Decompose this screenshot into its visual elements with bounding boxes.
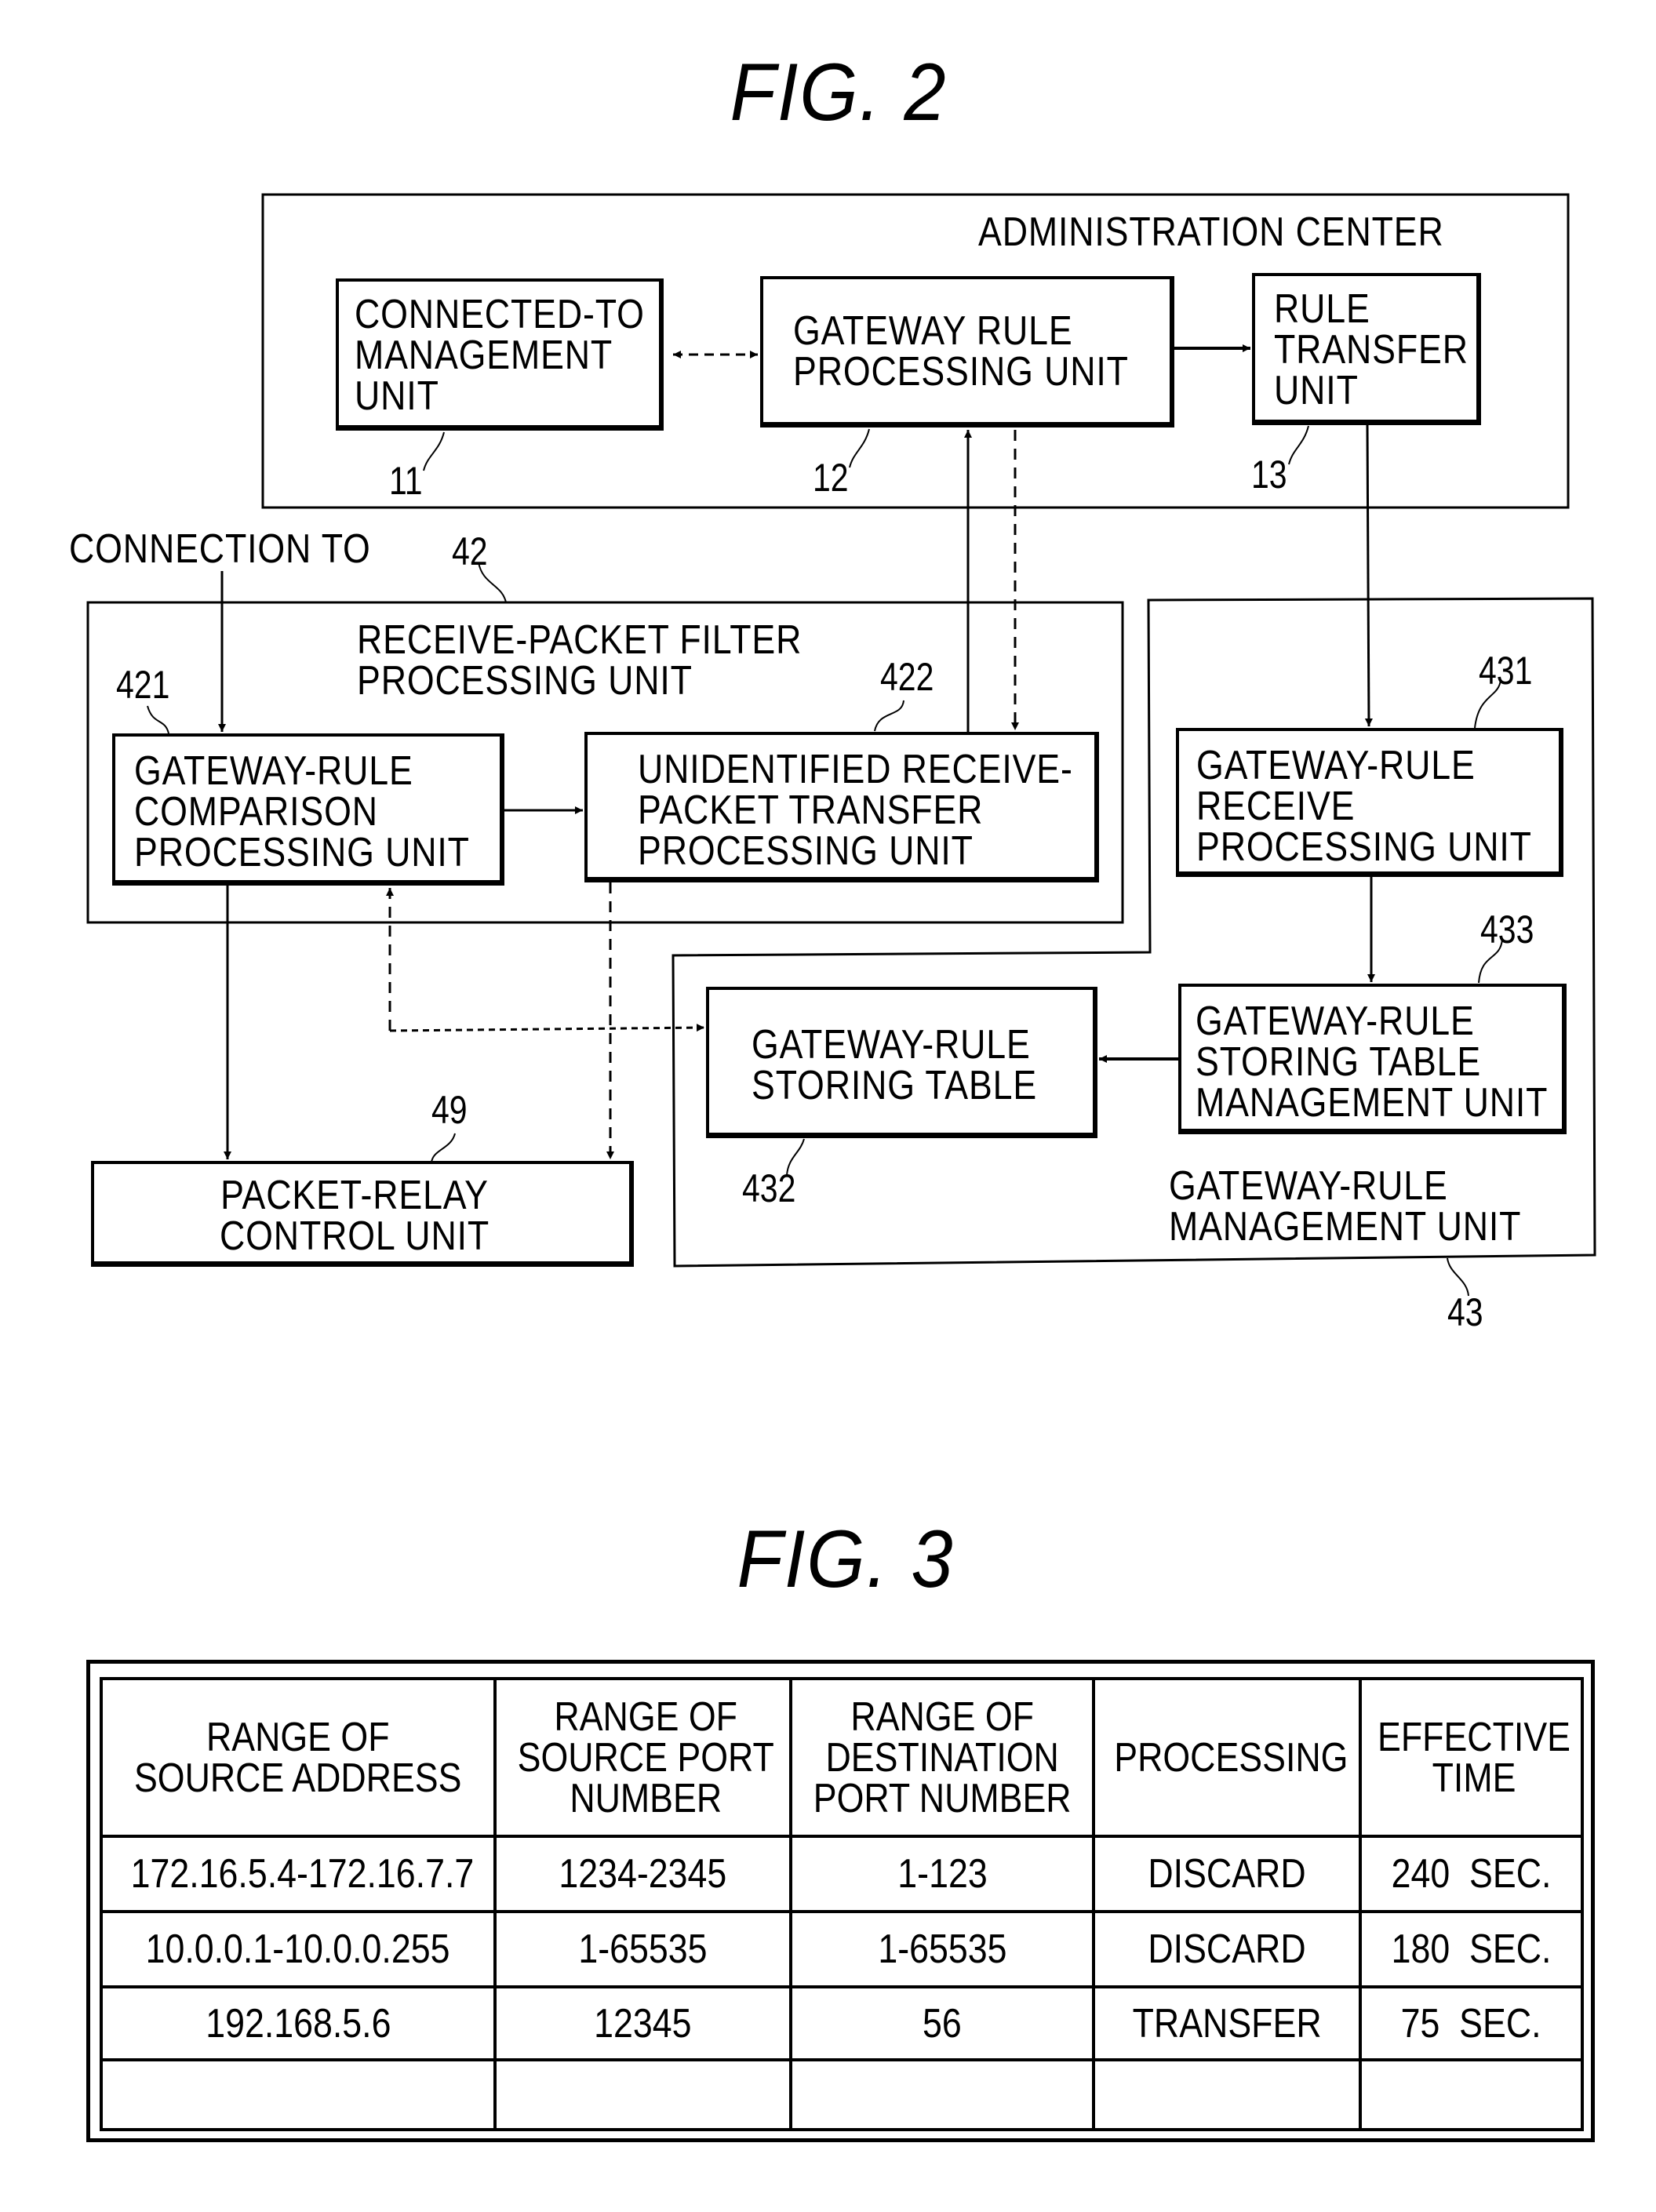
unidentified-receive-packet-transfer-processing-unit: UNIDENTIFIED RECEIVE- PACKET TRANSFER PR… [584,732,1099,882]
ref-13: 13 [1251,453,1287,497]
leader-12 [849,428,870,468]
cell-destination-port: 1-123 [789,1835,1095,1913]
gateway-rules-table: RANGE OF SOURCE ADDRESS RANGE OF SOURCE … [100,1677,1584,2131]
gateway-rule-storing-table: GATEWAY-RULE STORING TABLE [706,987,1097,1138]
unit-label: GATEWAY-RULE STORING TABLE MANAGEMENT UN… [1196,999,1549,1126]
table-header-row: RANGE OF SOURCE ADDRESS RANGE OF SOURCE … [100,1677,1584,1838]
gateway-rule-management-label: GATEWAY-RULE MANAGEMENT UNIT [1169,1163,1522,1250]
administration-center-label: ADMINISTRATION CENTER [978,209,1444,255]
leader-421 [147,705,169,734]
ref-422: 422 [880,655,934,699]
ref-431: 431 [1479,649,1533,693]
cell-processing: DISCARD [1092,1910,1362,1988]
table-row-empty [100,2058,1584,2131]
gateway-rule-receive-processing-unit: GATEWAY-RULE RECEIVE PROCESSING UNIT [1176,728,1563,877]
arrow-13-431 [1364,424,1373,727]
table-row: 172.16.5.4-172.16.7.7 1234-2345 1-123 DI… [100,1835,1584,1913]
ref-49: 49 [431,1088,468,1132]
gateway-rule-comparison-processing-unit: GATEWAY-RULE COMPARISON PROCESSING UNIT [112,733,504,886]
ref-42: 42 [452,529,488,573]
gateway-rule-processing-unit: GATEWAY RULE PROCESSING UNIT [760,276,1174,427]
unit-label: UNIDENTIFIED RECEIVE- PACKET TRANSFER PR… [638,747,1073,874]
cell-source-address: 10.0.0.1-10.0.0.255 [100,1910,497,1988]
cell-destination-port: 56 [789,1985,1095,2061]
connected-to-management-unit: CONNECTED-TO MANAGEMENT UNIT [336,278,664,431]
header-effective-time: EFFECTIVE TIME [1359,1677,1584,1838]
gateway-rule-storing-table-management-unit: GATEWAY-RULE STORING TABLE MANAGEMENT UN… [1178,984,1567,1134]
ref-421: 421 [116,663,170,707]
cell-source-port: 1234-2345 [493,1835,792,1913]
unit-label: CONNECTED-TO MANAGEMENT UNIT [355,292,645,419]
cell-source-address: 172.16.5.4-172.16.7.7 [100,1835,497,1913]
ref-432: 432 [742,1166,796,1210]
cell-effective-time [1359,2058,1584,2131]
fig3-title: FIG. 3 [737,1514,955,1605]
cell-effective-time: 180 SEC. [1359,1910,1584,1988]
unit-label: GATEWAY-RULE COMPARISON PROCESSING UNIT [134,748,470,875]
leader-422 [874,700,904,732]
ref-433: 433 [1480,908,1534,951]
ref-12: 12 [813,456,849,500]
cell-source-address [100,2058,497,2131]
cell-processing: TRANSFER [1092,1985,1362,2061]
cell-source-address: 192.168.5.6 [100,1985,497,2061]
packet-relay-control-unit: PACKET-RELAY CONTROL UNIT [91,1161,634,1267]
cell-source-port: 12345 [493,1985,792,2061]
leader-13 [1288,425,1309,465]
rule-transfer-unit: RULE TRANSFER UNIT [1252,273,1481,425]
cell-effective-time: 240 SEC. [1359,1835,1584,1913]
unit-label: GATEWAY-RULE RECEIVE PROCESSING UNIT [1196,743,1532,870]
cell-effective-time: 75 SEC. [1359,1985,1584,2061]
cell-processing [1092,2058,1362,2131]
header-source-address: RANGE OF SOURCE ADDRESS [100,1677,497,1838]
cell-source-port [493,2058,792,2131]
unit-label: RULE TRANSFER UNIT [1274,286,1469,413]
table-row: 192.168.5.6 12345 56 TRANSFER 75 SEC. [100,1985,1584,2061]
arrow-421-432 [389,1024,705,1032]
unit-label: GATEWAY RULE PROCESSING UNIT [793,308,1129,395]
header-destination-port: RANGE OF DESTINATION PORT NUMBER [789,1677,1095,1838]
cell-destination-port: 1-65535 [789,1910,1095,1988]
cell-destination-port [789,2058,1095,2131]
header-processing: PROCESSING [1092,1677,1362,1838]
cell-source-port: 1-65535 [493,1910,792,1988]
ref-43: 43 [1447,1290,1483,1334]
unit-label: PACKET-RELAY CONTROL UNIT [220,1173,490,1259]
leader-11 [423,431,445,471]
unit-label: GATEWAY-RULE STORING TABLE [752,1022,1038,1108]
receive-packet-filter-label: RECEIVE-PACKET FILTER PROCESSING UNIT [357,617,803,704]
connection-to-label: CONNECTION TO [69,526,371,572]
header-source-port: RANGE OF SOURCE PORT NUMBER [493,1677,792,1838]
ref-11: 11 [389,459,423,503]
leader-49 [431,1133,456,1163]
cell-processing: DISCARD [1092,1835,1362,1913]
table-row: 10.0.0.1-10.0.0.255 1-65535 1-65535 DISC… [100,1910,1584,1988]
